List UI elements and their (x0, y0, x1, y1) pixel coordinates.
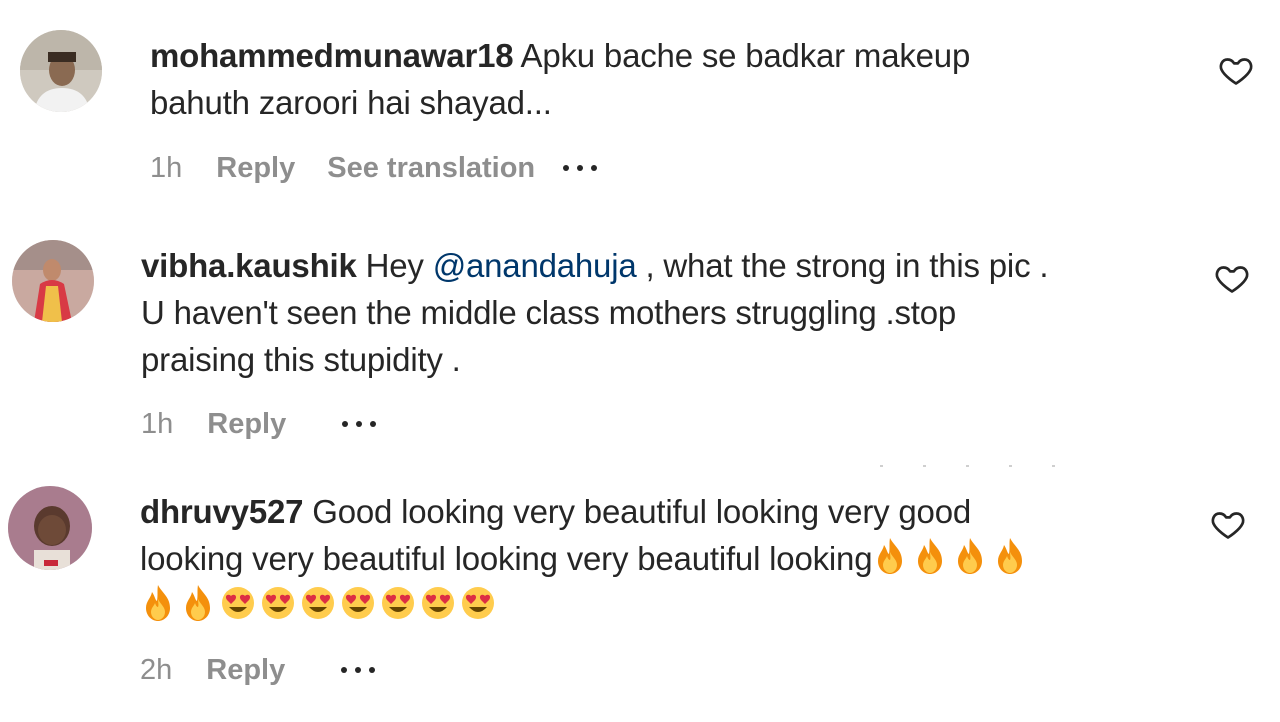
heart-eyes-emoji-icon (300, 583, 336, 623)
avatar-image (8, 486, 92, 570)
reply-button[interactable]: Reply (207, 408, 286, 441)
emoji-group (872, 538, 1032, 577)
comment-item: vibha.kaushik Hey @anandahuja , what the… (0, 220, 1280, 460)
heart-eyes-emoji-icon (260, 583, 296, 623)
fire-emoji-icon (180, 583, 216, 623)
heart-eyes-emoji-icon (380, 583, 416, 623)
comment-item: dhruvy527 Good looking very beautiful lo… (0, 470, 1280, 722)
comment-body: vibha.kaushik Hey @anandahuja , what the… (141, 242, 1201, 383)
like-heart-icon[interactable] (1214, 260, 1250, 296)
heart-eyes-emoji-icon (420, 583, 456, 623)
avatar[interactable] (12, 240, 94, 322)
like-heart-icon[interactable] (1210, 506, 1246, 542)
fire-emoji-icon (992, 536, 1028, 576)
avatar-image (12, 240, 94, 322)
comment-body: mohammedmunawar18 Apku bache se badkar m… (150, 32, 1150, 126)
comment-username[interactable]: vibha.kaushik (141, 247, 357, 284)
comment-text: Hey (365, 247, 433, 284)
comment-timestamp[interactable]: 1h (150, 152, 182, 185)
comment-text: U haven't seen the middle class mothers … (141, 294, 957, 331)
fire-emoji-icon (952, 536, 988, 576)
reply-button[interactable]: Reply (216, 152, 295, 185)
comment-timestamp[interactable]: 2h (140, 654, 172, 687)
comment-meta: 1h Reply (141, 404, 377, 444)
avatar[interactable] (20, 30, 102, 112)
comment-text: bahuth zaroori hai shayad... (150, 84, 552, 121)
more-options-icon[interactable] (342, 421, 377, 427)
avatar-image (20, 30, 102, 112)
comment-text: , what the strong in this pic . (636, 247, 1049, 284)
comment-text: Good looking very beautiful looking very… (312, 493, 972, 530)
more-options-icon[interactable] (341, 667, 376, 673)
comment-timestamp[interactable]: 1h (141, 408, 173, 441)
emoji-group (140, 585, 500, 624)
heart-eyes-emoji-icon (340, 583, 376, 623)
avatar[interactable] (8, 486, 92, 570)
heart-eyes-emoji-icon (460, 583, 496, 623)
comment-meta: 2h Reply (140, 650, 376, 690)
comment-username[interactable]: mohammedmunawar18 (150, 37, 514, 74)
reply-button[interactable]: Reply (206, 654, 285, 687)
comment-meta: 1h Reply See translation (150, 148, 598, 188)
like-heart-icon[interactable] (1218, 52, 1254, 88)
see-translation-button[interactable]: See translation (327, 152, 535, 185)
comment-username[interactable]: dhruvy527 (140, 493, 303, 530)
fire-emoji-icon (912, 536, 948, 576)
comment-text: Apku bache se badkar makeup (520, 37, 971, 74)
fire-emoji-icon (872, 536, 908, 576)
fire-emoji-icon (140, 583, 176, 623)
comment-item: mohammedmunawar18 Apku bache se badkar m… (0, 0, 1280, 200)
comment-body: dhruvy527 Good looking very beautiful lo… (140, 488, 1200, 629)
comment-text: praising this stupidity . (141, 341, 461, 378)
divider (880, 465, 1060, 467)
comment-text: looking very beautiful looking very beau… (140, 540, 873, 577)
more-options-icon[interactable] (563, 165, 598, 171)
heart-eyes-emoji-icon (220, 583, 256, 623)
mention-link[interactable]: @anandahuja (433, 247, 637, 284)
